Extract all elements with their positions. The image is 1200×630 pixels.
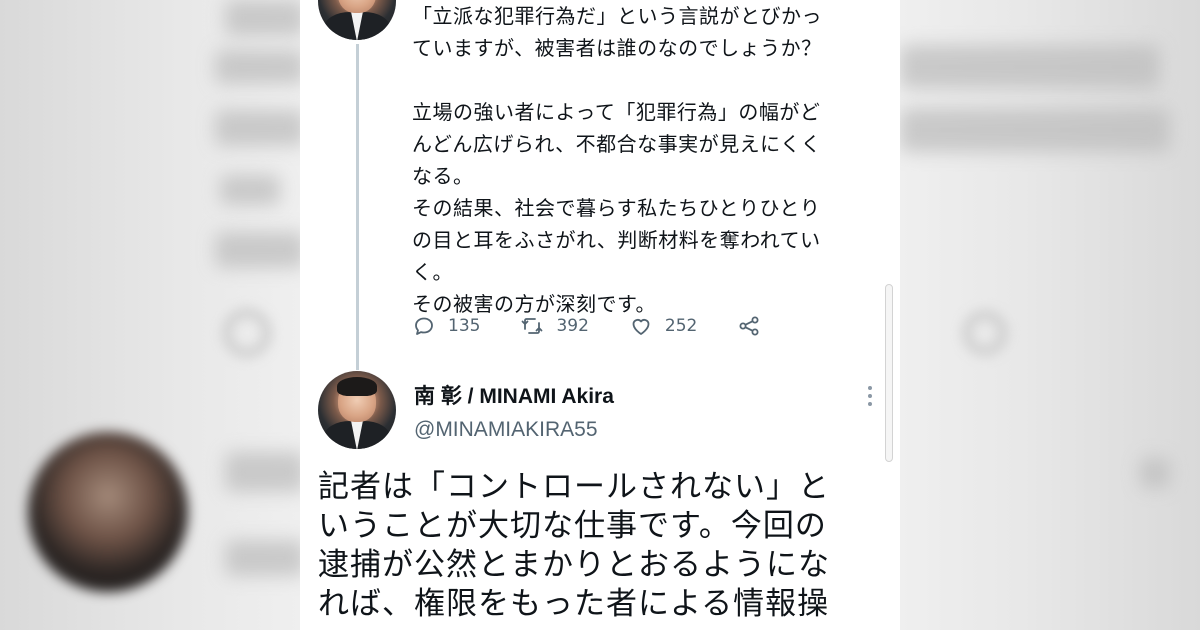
backdrop-right-panel [900, 0, 1200, 630]
blurred-text-block [1140, 458, 1170, 488]
retweet-icon [522, 318, 543, 334]
retweet-button[interactable]: 392 [520, 314, 589, 338]
reply-icon [415, 317, 433, 335]
author-display-name[interactable]: 南 彰 / MINAMI Akira [414, 380, 614, 410]
blurred-text-block [215, 110, 305, 146]
share-button[interactable] [737, 314, 773, 338]
reply-button[interactable]: 135 [412, 314, 480, 338]
previous-tweet-text: 「立派な犯罪行為だ」という言説がとびかっ ていますが、被害者は誰のなのでしょうか… [412, 4, 822, 316]
author-handle[interactable]: @MINAMIAKIRA55 [414, 418, 598, 442]
scrollbar-thumb[interactable] [885, 284, 893, 462]
thread-connector-line [356, 44, 359, 370]
tweet-card: 「立派な犯罪行為だ」という言説がとびかっ ていますが、被害者は誰のなのでしょうか… [300, 0, 900, 630]
blurred-icon [222, 308, 272, 358]
blurred-text-block [225, 452, 305, 492]
blurred-avatar [28, 432, 188, 592]
blurred-text-block [215, 50, 305, 84]
blurred-text-block [225, 0, 305, 36]
blurred-text-block [220, 175, 280, 205]
blurred-text-block [900, 108, 1170, 152]
blurred-text-block [900, 45, 1160, 89]
tweet-action-bar: 135 392 252 [412, 310, 813, 342]
more-vertical-icon[interactable] [860, 384, 880, 408]
like-button[interactable]: 252 [629, 314, 697, 338]
share-icon [739, 316, 759, 336]
blurred-text-block [215, 232, 305, 268]
like-count: 252 [664, 316, 698, 336]
previous-tweet-avatar[interactable] [318, 0, 396, 40]
retweet-count: 392 [556, 316, 589, 336]
author-avatar[interactable] [318, 371, 396, 449]
blurred-icon [962, 310, 1008, 356]
main-tweet-text: 記者は「コントロールされない」と いうことが大切な仕事です。今回の 逮捕が公然と… [318, 469, 830, 622]
reply-count: 135 [448, 316, 481, 336]
blurred-text-block [225, 540, 305, 576]
like-icon [632, 319, 650, 335]
